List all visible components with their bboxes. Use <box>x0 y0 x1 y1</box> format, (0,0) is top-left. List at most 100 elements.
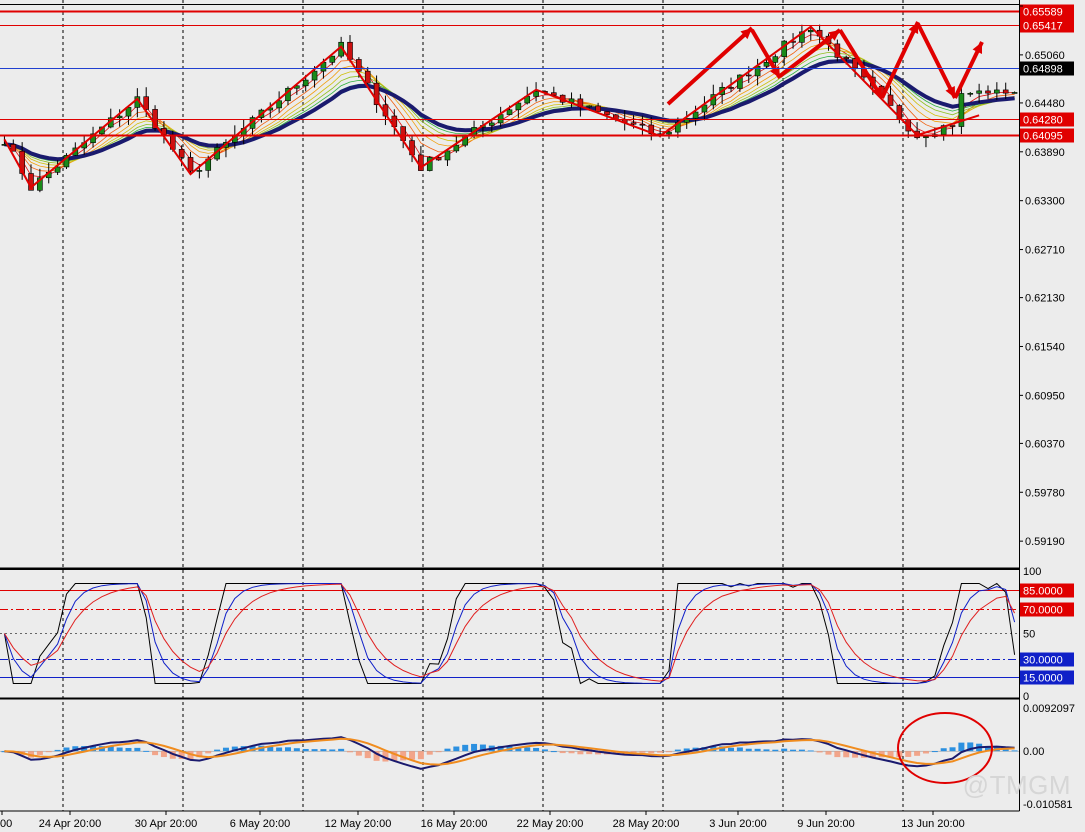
macd-histogram-bar <box>781 748 788 752</box>
macd-histogram-bar <box>426 751 433 755</box>
macd-histogram-bar <box>453 746 460 752</box>
macd-histogram-bar <box>648 751 655 754</box>
macd-histogram-bar <box>276 747 283 752</box>
osc-tick-label: 0 <box>1023 691 1029 703</box>
macd-histogram-bar <box>931 751 938 753</box>
candle-body <box>745 74 752 77</box>
macd-histogram-bar <box>728 747 735 752</box>
macd-histogram-bar <box>302 748 309 752</box>
candle-body <box>887 94 894 106</box>
candle-body <box>187 157 194 172</box>
macd-histogram-bar <box>905 751 912 757</box>
macd-histogram-bar <box>568 751 575 754</box>
candle-body <box>994 89 1000 94</box>
macd-histogram-bar <box>798 749 805 752</box>
macd-histogram-bar <box>444 748 451 752</box>
candle-body <box>692 111 699 119</box>
candle-body <box>666 131 672 135</box>
macd-histogram-bar <box>914 751 921 756</box>
price-tick-label: 0.59190 <box>1025 536 1065 548</box>
osc-tick-label: 50 <box>1023 629 1035 641</box>
macd-histogram-bar <box>1011 750 1018 752</box>
time-tick-label: 6 May 20:00 <box>230 818 291 830</box>
macd-histogram-bar <box>329 749 336 752</box>
macd-histogram-bar <box>284 747 291 752</box>
macd-histogram-bar <box>320 749 327 752</box>
candle-body <box>728 86 734 89</box>
macd-histogram-bar <box>772 749 779 752</box>
macd-histogram-bar <box>825 751 832 755</box>
osc-level-label: 15.0000 <box>1023 673 1063 685</box>
macd-histogram-bar <box>125 747 132 752</box>
macd-histogram-bar <box>205 751 212 754</box>
macd-histogram-bar <box>790 749 797 752</box>
time-tick-label: 9 Jun 20:00 <box>797 818 855 830</box>
time-tick-label: 3 Jun 20:00 <box>709 818 767 830</box>
macd-histogram-bar <box>338 748 345 752</box>
macd-histogram-bar <box>222 747 229 752</box>
price-tick-label: 0.65060 <box>1025 50 1065 62</box>
macd-histogram-bar <box>754 748 761 752</box>
macd-histogram-bar <box>763 749 770 752</box>
level-tag-label: 0.65417 <box>1023 21 1063 33</box>
candle-body <box>985 90 991 94</box>
watermark: @TMGM <box>962 770 1071 800</box>
candle-body <box>329 55 336 63</box>
candle-body <box>807 29 814 33</box>
candle-body <box>364 70 371 84</box>
macd-histogram-bar <box>816 751 823 753</box>
macd-histogram-bar <box>116 747 123 752</box>
macd-tick-label: 0.00 <box>1023 746 1044 758</box>
macd-histogram-bar <box>843 751 850 758</box>
osc-level-label: 30.0000 <box>1023 655 1063 667</box>
macd-histogram-bar <box>409 751 416 760</box>
macd-histogram-bar <box>657 751 664 753</box>
macd-histogram-bar <box>577 751 584 755</box>
candle-body <box>302 79 309 87</box>
candle-body <box>781 40 787 57</box>
macd-histogram-bar <box>736 747 743 752</box>
macd-histogram-bar <box>745 748 752 752</box>
candle-body <box>595 105 601 112</box>
candle-body <box>488 122 495 126</box>
candle-body <box>976 90 982 94</box>
candle-body <box>967 92 974 95</box>
candle-body <box>1011 92 1018 94</box>
osc-level-label: 70.0000 <box>1023 605 1063 617</box>
candle-body <box>10 144 17 152</box>
macd-histogram-bar <box>45 751 52 753</box>
macd-histogram-bar <box>36 751 43 755</box>
macd-histogram-bar <box>958 742 965 752</box>
trading-chart[interactable]: 0.65589 0.65417 0.64280 0.64095 0.64898 0.650… <box>0 0 1085 832</box>
macd-histogram-bar <box>143 750 150 752</box>
macd-histogram-bar <box>834 751 841 758</box>
macd-histogram-bar <box>674 749 681 752</box>
macd-histogram-bar <box>293 748 300 752</box>
candle-body <box>843 57 850 59</box>
price-tick-label: 0.60950 <box>1025 390 1065 402</box>
macd-histogram-bar <box>152 751 159 756</box>
level-tag-label: 0.64280 <box>1023 115 1063 127</box>
osc-level-label: 85.0000 <box>1023 586 1063 598</box>
macd-histogram-bar <box>665 751 672 753</box>
candle-body <box>1002 89 1009 94</box>
time-tick-label: 24 Apr 20:00 <box>39 818 101 830</box>
macd-histogram-bar <box>639 751 646 753</box>
macd-histogram-bar <box>533 747 540 752</box>
candle-body <box>506 109 513 115</box>
price-tick-label: 0.61540 <box>1025 341 1065 353</box>
macd-histogram-bar <box>541 749 548 752</box>
price-tick-label: 0.63890 <box>1025 147 1065 159</box>
price-tick-label: 0.59780 <box>1025 487 1065 499</box>
candle-body <box>178 149 185 158</box>
candle-body <box>949 125 956 127</box>
candle-body <box>923 136 929 139</box>
macd-histogram-bar <box>922 751 929 754</box>
candle-body <box>116 115 123 119</box>
macd-histogram-bar <box>417 751 424 760</box>
last-price-label: 0.64898 <box>1023 64 1063 76</box>
price-tick-label: 0.62130 <box>1025 293 1065 305</box>
time-tick-label: 28 May 20:00 <box>613 818 680 830</box>
price-tick-label: 0.63300 <box>1025 196 1065 208</box>
macd-histogram-bar <box>462 744 469 752</box>
